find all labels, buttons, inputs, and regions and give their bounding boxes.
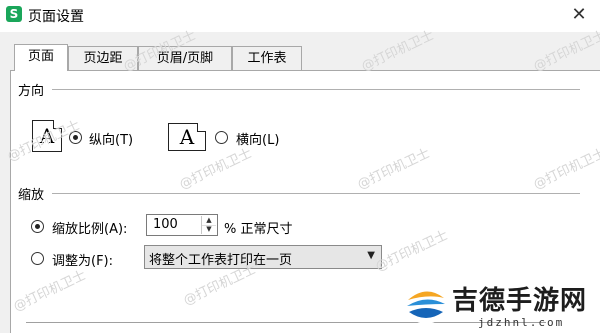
scaling-group-label: 缩放: [18, 188, 45, 203]
scale-ratio-stepper[interactable]: 100 ▲ ▼: [146, 214, 218, 236]
orientation-divider: [52, 89, 580, 90]
fit-to-select[interactable]: 将整个工作表打印在一页 ▼: [144, 245, 382, 269]
fit-to-selected-value: 将整个工作表打印在一页: [149, 253, 293, 268]
fit-to-label[interactable]: 调整为(F):: [52, 250, 113, 269]
fit-to-radio[interactable]: [31, 252, 44, 265]
scale-ratio-suffix: % 正常尺寸: [224, 222, 293, 237]
tab-sheet[interactable]: 工作表: [232, 46, 302, 70]
dialog-title: 页面设置: [28, 9, 84, 25]
tab-margins[interactable]: 页边距: [68, 46, 138, 70]
landscape-radio[interactable]: [215, 131, 228, 144]
app-logo-icon: S: [6, 6, 22, 22]
landscape-label[interactable]: 横向(L): [236, 129, 279, 148]
scaling-divider: [52, 193, 580, 194]
orientation-group-label: 方向: [18, 84, 45, 99]
brand-url: jdzhnl.com: [478, 316, 565, 329]
scale-ratio-label[interactable]: 缩放比例(A):: [52, 218, 127, 237]
brand-name: 吉德手游网: [452, 286, 588, 316]
title-bar: S 页面设置 ✕: [0, 0, 600, 32]
stepper-down-icon[interactable]: ▼: [202, 225, 216, 234]
tab-page[interactable]: 页面: [14, 44, 68, 71]
landscape-page-icon: A: [168, 123, 206, 151]
close-button[interactable]: ✕: [568, 4, 590, 26]
dropdown-caret-icon: ▼: [367, 250, 375, 261]
brand-logo-icon: [406, 284, 446, 324]
tab-header-footer[interactable]: 页眉/页脚: [138, 46, 232, 70]
portrait-radio[interactable]: [69, 131, 82, 144]
scale-ratio-value[interactable]: 100: [153, 217, 178, 232]
site-brand-watermark: 吉德手游网 jdzhnl.com: [400, 278, 600, 332]
scale-ratio-radio[interactable]: [31, 220, 44, 233]
portrait-page-icon: A: [32, 120, 62, 152]
portrait-label[interactable]: 纵向(T): [89, 129, 133, 148]
